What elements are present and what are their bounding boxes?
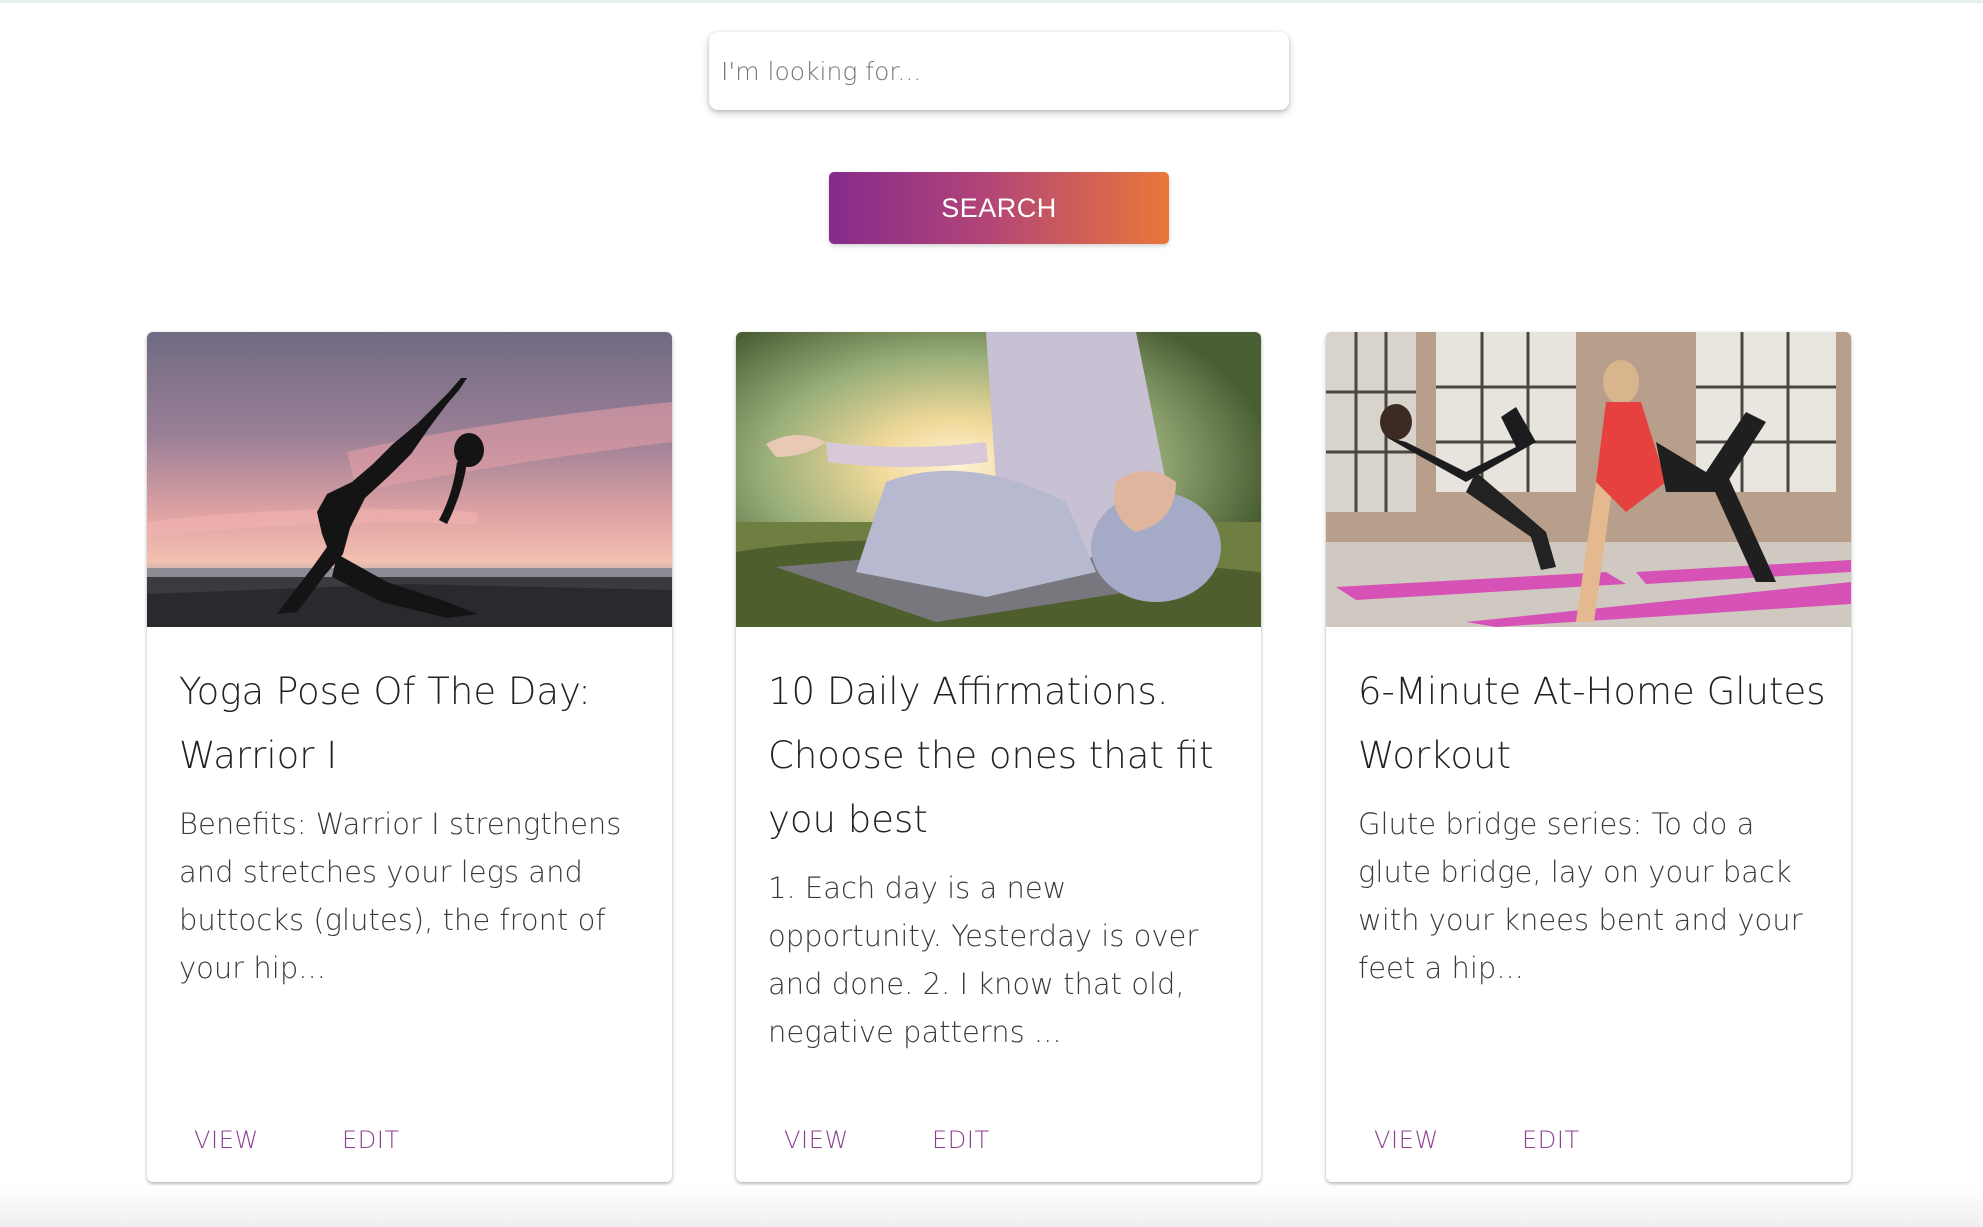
card-title: 6-Minute At-Home Glutes Workout	[1358, 670, 1826, 777]
card-title: Yoga Pose Of The Day: Warrior I	[179, 670, 591, 777]
top-divider	[0, 0, 1983, 3]
article-card-glutes: 6-Minute At-Home Glutes Workout Glute br…	[1326, 332, 1851, 1182]
view-button[interactable]: VIEW	[194, 1126, 259, 1154]
search-input[interactable]	[709, 32, 1289, 110]
page-bottom-shadow	[0, 1186, 1983, 1227]
edit-button[interactable]: EDIT	[342, 1126, 400, 1154]
card-title: 10 Daily Affirmations. Choose the ones t…	[768, 670, 1214, 841]
article-card-affirmations: 10 Daily Affirmations. Choose the ones t…	[736, 332, 1261, 1182]
edit-button[interactable]: EDIT	[932, 1126, 990, 1154]
card-image-meditation	[736, 332, 1261, 627]
card-excerpt: 1. Each day is a new opportunity. Yester…	[768, 871, 1199, 1049]
view-button[interactable]: VIEW	[1374, 1126, 1439, 1154]
view-button[interactable]: VIEW	[784, 1126, 849, 1154]
search-field-container	[709, 32, 1289, 110]
card-excerpt: Glute bridge series: To do a glute bridg…	[1358, 807, 1803, 985]
search-button[interactable]: SEARCH	[829, 172, 1169, 244]
card-image-yoga-silhouette	[147, 332, 672, 627]
article-card-yoga: Yoga Pose Of The Day: Warrior I Benefits…	[147, 332, 672, 1182]
card-image-glutes-workout	[1326, 332, 1851, 627]
edit-button[interactable]: EDIT	[1522, 1126, 1580, 1154]
card-excerpt: Benefits: Warrior I strengthens and stre…	[179, 807, 622, 985]
